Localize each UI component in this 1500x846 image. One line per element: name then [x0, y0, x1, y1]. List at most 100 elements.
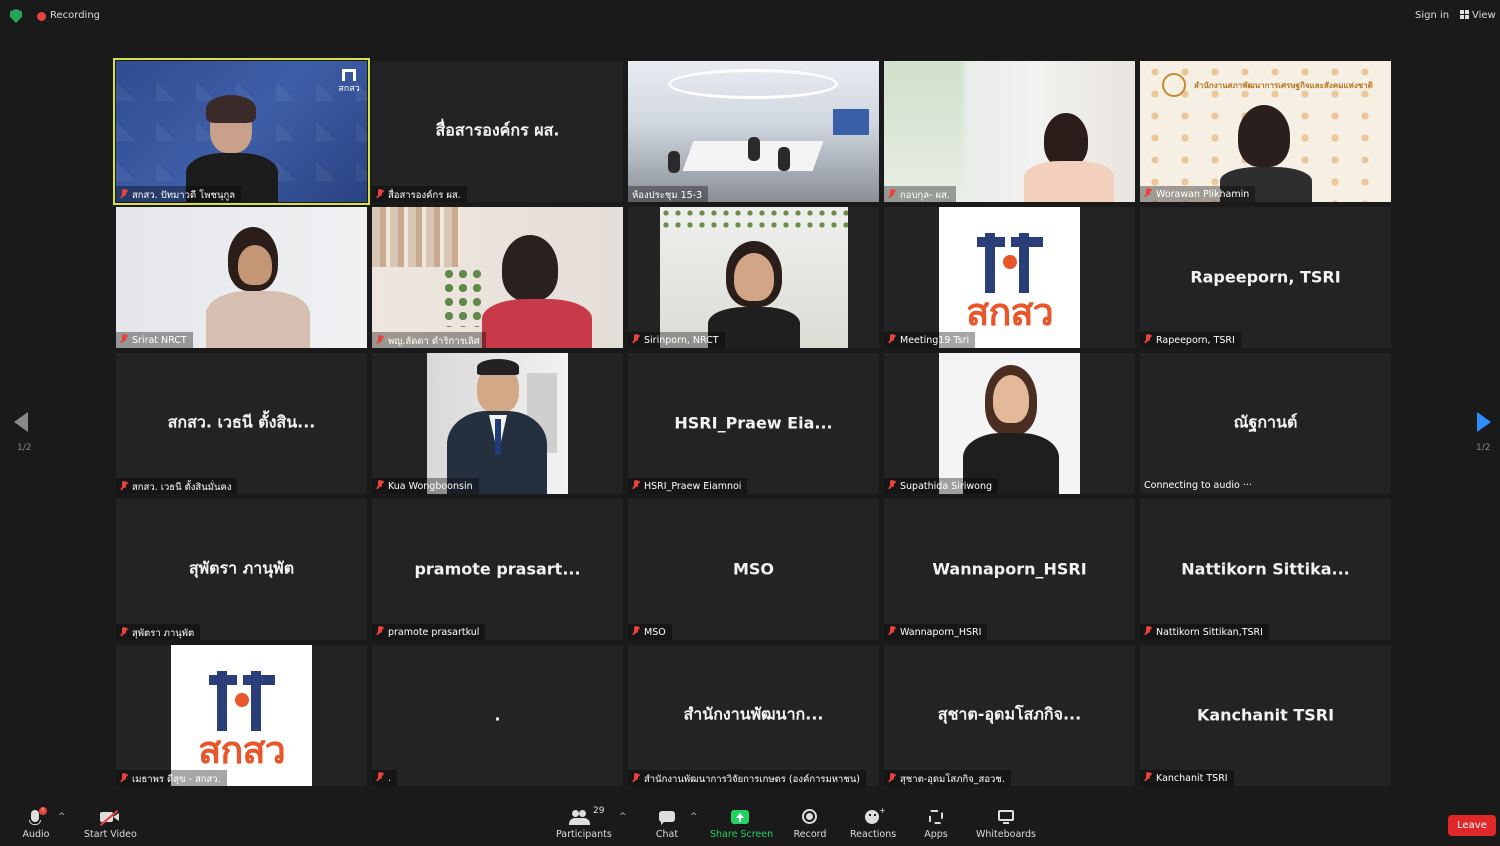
leave-button[interactable]: Leave: [1448, 815, 1496, 836]
participant-name: เมธาพร ดีสุข - สกสว.: [116, 770, 227, 786]
participant-tile[interactable]: Srirat NRCT: [116, 207, 367, 348]
participant-tile[interactable]: สำนักงานสภาพัฒนาการเศรษฐกิจและสังคมแห่งช…: [1140, 61, 1391, 202]
mic-muted-icon: [888, 773, 896, 783]
mic-muted-icon: [376, 335, 384, 345]
participant-name: สื่อสารองค์กร ผส.: [372, 186, 467, 202]
participant-video: [660, 207, 848, 348]
view-label: View: [1472, 10, 1496, 21]
participant-tile[interactable]: Supathida Siriwong: [884, 353, 1135, 494]
recording-label[interactable]: Recording: [50, 10, 100, 21]
mic-muted-icon: [376, 189, 384, 199]
participant-display-name: MSO: [732, 559, 775, 579]
record-icon: [792, 808, 828, 826]
participant-tile[interactable]: ห้องประชุม 15-3: [628, 61, 879, 202]
participant-display-name: สื่อสารองค์กร ผส.: [435, 119, 560, 139]
participant-tile[interactable]: สุพัตรา ภานุพัต สุพัตรา ภานุพัต: [116, 499, 367, 640]
participant-name: สกสว. เวธนี ตั้งสินมั่นคง: [116, 478, 238, 494]
participant-tile[interactable]: HSRI_Praew Eia... HSRI_Praew Eiamnoi: [628, 353, 879, 494]
share-screen-button[interactable]: Share Screen: [710, 808, 773, 840]
security-shield-icon[interactable]: [10, 9, 22, 23]
start-video-button[interactable]: Start Video: [84, 808, 137, 840]
participant-name: สุพัตรา ภานุพัต: [116, 624, 201, 640]
participant-tile[interactable]: ณัฐกานต์ Connecting to audio ···: [1140, 353, 1391, 494]
participant-name: พญ.ลัดดา ดำริการเลิศ: [372, 332, 486, 348]
participant-tile[interactable]: สื่อสารองค์กร ผส. สื่อสารองค์กร ผส.: [372, 61, 623, 202]
participant-tile[interactable]: กอบกุล- ผส.: [884, 61, 1135, 202]
chat-button[interactable]: Chat: [652, 808, 682, 840]
reactions-button[interactable]: + Reactions: [850, 806, 896, 840]
participant-name: Srirat NRCT: [116, 332, 193, 348]
grid-view-icon: [1460, 10, 1469, 19]
participant-status: Connecting to audio ···: [1144, 480, 1252, 491]
banner-text: สำนักงานสภาพัฒนาการเศรษฐกิจและสังคมแห่งช…: [1194, 81, 1373, 90]
participant-photo: [427, 353, 568, 494]
whiteboards-button[interactable]: Whiteboards: [976, 808, 1036, 840]
apps-button[interactable]: Apps: [920, 808, 952, 840]
participant-tile[interactable]: . .: [372, 645, 623, 786]
participant-name: สกสว. ปัทมาวดี โพชนุกูล: [116, 186, 242, 202]
participant-tile[interactable]: สุชาต-อุดมโสภกิจ... สุชาต-อุดมโสภกิจ_สอว…: [884, 645, 1135, 786]
mic-muted-icon: [632, 626, 640, 636]
participant-name: Meeting19 Tsri: [884, 332, 976, 348]
participant-name: Sirinporn, NRCT: [628, 332, 725, 348]
sign-in-button[interactable]: Sign in: [1415, 10, 1449, 21]
participant-tile[interactable]: Wannaporn_HSRI Wannaporn_HSRI: [884, 499, 1135, 640]
participant-name: Kanchanit TSRI: [1140, 770, 1234, 786]
audio-options-caret-icon[interactable]: ^: [58, 812, 66, 822]
mic-muted-icon: [888, 480, 896, 490]
top-bar: Recording Sign in View: [0, 0, 1500, 34]
mic-muted-icon: [1144, 334, 1152, 344]
video-off-icon: [84, 808, 134, 826]
participant-tile[interactable]: สกสว เมธาพร ดีสุข - สกสว.: [116, 645, 367, 786]
participant-tile[interactable]: พญ.ลัดดา ดำริการเลิศ: [372, 207, 623, 348]
participants-options-caret-icon[interactable]: ^: [619, 812, 627, 822]
previous-page-arrow-icon[interactable]: [14, 412, 28, 432]
tsri-logo: สกสว: [939, 207, 1080, 348]
participant-video: [502, 235, 558, 301]
tsri-logo: สกสว: [171, 645, 312, 786]
participant-tile[interactable]: Kua Wongboonsin: [372, 353, 623, 494]
participant-name: .: [372, 770, 398, 786]
participant-tile[interactable]: สกสว สกสว. ปัทมาวดี โพชนุกูล: [113, 58, 370, 205]
audio-warning-badge: !: [39, 807, 47, 815]
participant-tile[interactable]: สกสว. เวธนี ตั้งสิน... สกสว. เวธนี ตั้งส…: [116, 353, 367, 494]
participant-video: [1238, 105, 1290, 167]
smiley-icon: +: [850, 806, 896, 826]
mic-muted-icon: [120, 334, 128, 344]
chat-options-caret-icon[interactable]: ^: [690, 812, 698, 822]
mic-muted-icon: [376, 626, 384, 636]
participant-tile[interactable]: Kanchanit TSRI Kanchanit TSRI: [1140, 645, 1391, 786]
next-page-arrow-icon[interactable]: [1477, 412, 1491, 432]
view-button[interactable]: View: [1460, 10, 1496, 21]
plant: [442, 267, 482, 327]
mic-muted-icon: [120, 627, 128, 637]
record-button[interactable]: Record: [792, 808, 828, 840]
mic-muted-icon: [888, 626, 896, 636]
apps-icon: [920, 808, 952, 826]
participant-tile[interactable]: สำนักงานพัฒนาก... สำนักงานพัฒนาการวิจัยก…: [628, 645, 879, 786]
audio-button[interactable]: ! Audio: [20, 807, 52, 840]
participant-tile[interactable]: สกสว Meeting19 Tsri: [884, 207, 1135, 348]
mic-muted-icon: [376, 772, 384, 782]
mic-muted-icon: [120, 481, 128, 491]
participant-name: pramote prasartkul: [372, 624, 486, 640]
participant-name: สำนักงานพัฒนาการวิจัยการเกษตร (องค์การมห…: [628, 770, 867, 786]
participant-name: Supathida Siriwong: [884, 478, 999, 494]
participant-tile[interactable]: pramote prasart... pramote prasartkul: [372, 499, 623, 640]
participant-name: Worawan Plikhamin: [1140, 186, 1256, 202]
mic-muted-icon: [632, 334, 640, 344]
share-screen-icon: [710, 808, 770, 826]
participant-tile[interactable]: Rapeeporn, TSRI Rapeeporn, TSRI: [1140, 207, 1391, 348]
participant-tile[interactable]: MSO MSO: [628, 499, 879, 640]
ceiling-light: [668, 69, 838, 99]
participant-name: Nattikorn Sittikan,TSRI: [1140, 624, 1269, 640]
meeting-room-screen: [833, 109, 869, 135]
bookshelf: [372, 207, 462, 267]
mic-muted-icon: [120, 189, 128, 199]
participant-tile[interactable]: Nattikorn Sittika... Nattikorn Sittikan,…: [1140, 499, 1391, 640]
participants-button[interactable]: 29 Participants: [556, 806, 612, 840]
meeting-toolbar: ! Audio ^ Start Video 29 Participants ^ …: [0, 800, 1500, 846]
mic-muted-icon: [1144, 626, 1152, 636]
gallery-grid: สกสว สกสว. ปัทมาวดี โพชนุกูล สื่อสารองค์…: [113, 58, 1391, 786]
participant-tile[interactable]: Sirinporn, NRCT: [628, 207, 879, 348]
